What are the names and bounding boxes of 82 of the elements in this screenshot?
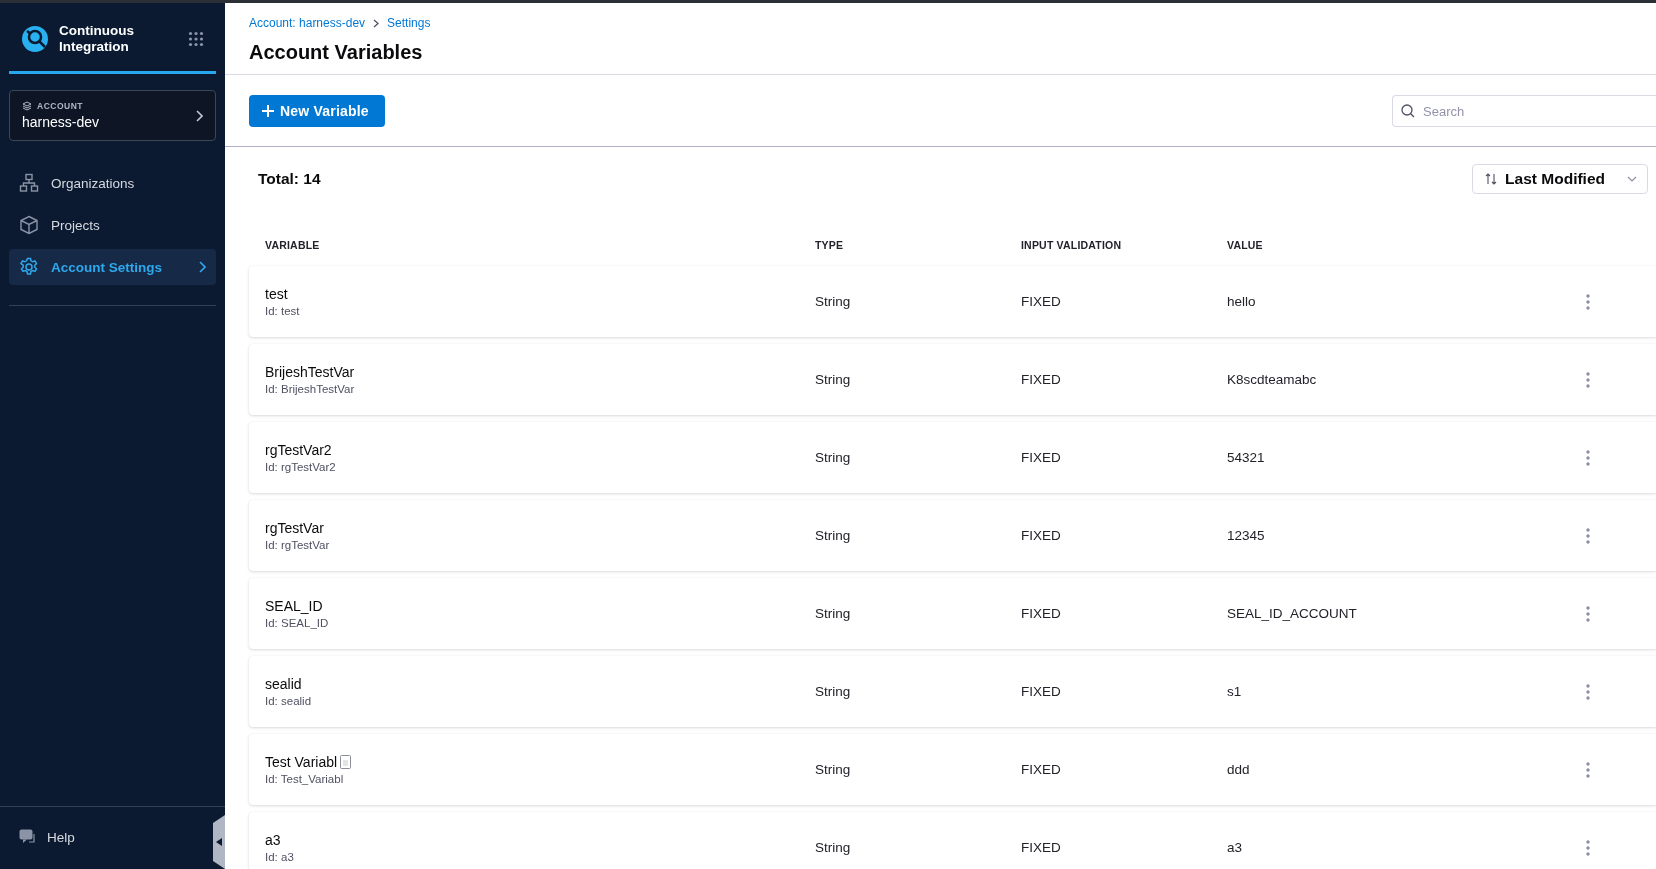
logo-icon bbox=[21, 25, 49, 53]
validation-cell-text: FIXED bbox=[1021, 372, 1062, 387]
value-cell-text: K8scdteamabc bbox=[1227, 372, 1318, 387]
page-title: Account Variables bbox=[249, 41, 424, 64]
chevron-right-icon bbox=[195, 109, 203, 122]
chevron-right-icon bbox=[198, 261, 206, 273]
total-count: Total: 14 bbox=[258, 170, 321, 188]
more-options-icon[interactable] bbox=[1586, 527, 1590, 544]
breadcrumb-link[interactable]: Settings bbox=[387, 16, 431, 30]
validation-cell-text: FIXED bbox=[1021, 294, 1062, 309]
column-header: VALUE bbox=[1227, 239, 1263, 251]
variable-id: Id: test bbox=[265, 305, 301, 317]
app-grid-icon[interactable] bbox=[188, 31, 204, 47]
variable-id: Id: BrijeshTestVar bbox=[265, 383, 356, 395]
nav-item[interactable]: Organizations bbox=[9, 165, 216, 201]
type-cell-text: String bbox=[815, 762, 852, 777]
chevron-right-icon bbox=[373, 18, 380, 28]
variable-id: Id: Test_Variabl bbox=[265, 773, 345, 785]
variable-name: rgTestVar2 bbox=[265, 442, 332, 458]
more-options-icon[interactable] bbox=[1586, 761, 1590, 778]
variable-name: Test Variabl bbox=[265, 754, 338, 770]
variable-id: Id: SEAL_ID bbox=[265, 617, 330, 629]
variable-id: Id: sealid bbox=[265, 695, 313, 707]
hierarchy-icon bbox=[19, 173, 39, 193]
more-options-icon[interactable] bbox=[1586, 683, 1590, 700]
validation-cell-text: FIXED bbox=[1021, 840, 1062, 855]
variable-name: rgTestVar bbox=[265, 520, 324, 536]
account-name: harness-dev bbox=[22, 114, 101, 130]
column-header: VARIABLE bbox=[265, 239, 320, 251]
validation-cell-text: FIXED bbox=[1021, 528, 1062, 543]
value-cell-text: 12345 bbox=[1227, 528, 1266, 543]
variable-id: Id: rgTestVar bbox=[265, 539, 331, 551]
variable-id: Id: a3 bbox=[265, 851, 295, 863]
variable-name: BrijeshTestVar bbox=[265, 364, 355, 380]
more-options-icon[interactable] bbox=[1586, 371, 1590, 388]
value-cell-text: ddd bbox=[1227, 762, 1251, 777]
new-variable-button[interactable]: New Variable bbox=[249, 95, 385, 127]
search-field[interactable]: Search bbox=[1392, 95, 1656, 127]
type-cell-text: String bbox=[815, 450, 852, 465]
chevron-down-icon bbox=[1627, 176, 1637, 182]
nav-item[interactable]: Projects bbox=[9, 207, 216, 243]
breadcrumb-link[interactable]: Account: harness-dev bbox=[249, 16, 366, 30]
help-chat-icon bbox=[19, 829, 37, 845]
nav-item[interactable]: Account Settings bbox=[9, 249, 216, 285]
variable-name: SEAL_ID bbox=[265, 598, 323, 614]
account-label: ACCOUNT bbox=[37, 101, 83, 111]
value-cell-text: SEAL_ID_ACCOUNT bbox=[1227, 606, 1358, 621]
validation-cell-text: FIXED bbox=[1021, 606, 1062, 621]
validation-cell-text: FIXED bbox=[1021, 450, 1062, 465]
sort-icon bbox=[1485, 173, 1498, 185]
app-title: Continuous Integration bbox=[59, 23, 135, 55]
type-cell-text: String bbox=[815, 606, 852, 621]
sort-dropdown[interactable]: Last Modified bbox=[1472, 164, 1648, 194]
value-cell-text: 54321 bbox=[1227, 450, 1266, 465]
search-icon bbox=[1401, 104, 1415, 118]
variable-name: a3 bbox=[265, 832, 281, 848]
more-options-icon[interactable] bbox=[1586, 605, 1590, 622]
account-selector[interactable]: ACCOUNT harness-dev bbox=[9, 90, 216, 141]
value-cell-text: s1 bbox=[1227, 684, 1243, 699]
more-options-icon[interactable] bbox=[1586, 293, 1590, 310]
type-cell-text: String bbox=[815, 684, 852, 699]
plus-icon bbox=[262, 105, 274, 117]
layers-icon bbox=[22, 101, 32, 111]
validation-cell-text: FIXED bbox=[1021, 684, 1062, 699]
settings-icon bbox=[19, 257, 39, 277]
type-cell-text: String bbox=[815, 294, 852, 309]
variable-id: Id: rgTestVar2 bbox=[265, 461, 337, 473]
column-header: INPUT VALIDATION bbox=[1021, 239, 1122, 251]
cube-icon bbox=[19, 215, 39, 235]
value-cell-text: a3 bbox=[1227, 840, 1244, 855]
value-cell-text: hello bbox=[1227, 294, 1257, 309]
validation-cell-text: FIXED bbox=[1021, 762, 1062, 777]
type-cell-text: String bbox=[815, 528, 852, 543]
more-options-icon[interactable] bbox=[1586, 449, 1590, 466]
variable-name: sealid bbox=[265, 676, 302, 692]
help-link[interactable]: Help bbox=[19, 829, 75, 845]
type-cell-text: String bbox=[815, 840, 852, 855]
type-cell-text: String bbox=[815, 372, 852, 387]
variable-name: test bbox=[265, 286, 288, 302]
column-header: TYPE bbox=[815, 239, 844, 251]
collapse-handle[interactable] bbox=[213, 815, 225, 869]
more-options-icon[interactable] bbox=[1586, 839, 1590, 856]
